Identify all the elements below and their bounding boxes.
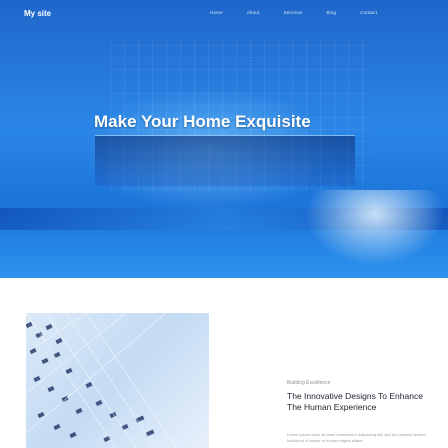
nav-link-home[interactable]: Home [210, 10, 223, 15]
feature-description: Lorem ipsum dolor sit amet consectetur a… [287, 432, 427, 443]
glass-balcony-image [95, 135, 355, 186]
nav-link-contact[interactable]: Contact [360, 10, 377, 15]
architecture-image [26, 313, 209, 448]
site-logo[interactable]: My site [24, 9, 51, 18]
light-glow [300, 190, 448, 270]
top-nav: My site Home About Services Blog Contact [0, 0, 448, 28]
feature-eyebrow: Building Excellence [287, 380, 331, 386]
nav-link-about[interactable]: About [247, 10, 260, 15]
hero-headline: Make Your Home Exquisite [94, 112, 311, 131]
nav-link-blog[interactable]: Blog [326, 10, 336, 15]
hero-banner [0, 0, 448, 278]
nav-links: Home About Services Blog Contact [210, 10, 377, 15]
nav-link-services[interactable]: Services [284, 10, 303, 15]
feature-title: The Innovative Designs To Enhance The Hu… [287, 391, 423, 412]
facade-pattern-graphic [26, 313, 177, 448]
